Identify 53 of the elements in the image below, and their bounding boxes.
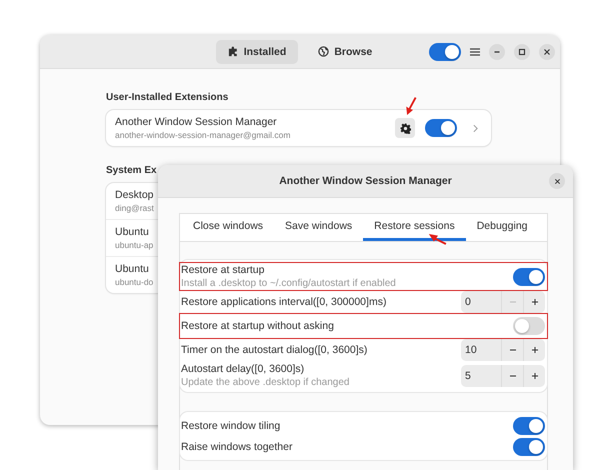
toggle-switch[interactable]: [513, 317, 545, 335]
close-button[interactable]: [539, 44, 555, 60]
extension-id: ding@rast: [115, 203, 154, 213]
setting-label: Timer on the autostart dialog([0, 3600]s): [181, 344, 368, 356]
plus-icon: [530, 298, 538, 306]
extension-id: ubuntu-do: [115, 277, 154, 287]
toggle-switch[interactable]: [425, 119, 457, 137]
settings-button[interactable]: [395, 118, 415, 138]
number-field[interactable]: 10: [461, 339, 501, 361]
view-tab[interactable]: Browse: [306, 40, 384, 64]
menu-icon[interactable]: [470, 48, 480, 56]
settings-tab[interactable]: Debugging: [466, 214, 538, 241]
extension-name: Desktop: [115, 189, 154, 201]
gear-icon: [400, 122, 410, 134]
extension-id: ubuntu-ap: [115, 240, 154, 250]
extension-id: another-window-session-manager@gmail.com: [115, 130, 290, 140]
section-heading: User-Installed Extensions: [106, 92, 228, 103]
extension-name: Another Window Session Manager: [115, 116, 278, 128]
maximize-icon: [518, 48, 526, 56]
puzzle-icon: [228, 46, 239, 57]
settings-tab[interactable]: Save windows: [274, 214, 364, 241]
extension-name: Ubuntu: [115, 226, 150, 238]
close-icon: [543, 48, 551, 56]
section-heading: System Ex: [106, 165, 157, 176]
settings-tab[interactable]: Close windows: [182, 214, 274, 241]
maximize-button[interactable]: [514, 44, 530, 60]
number-field[interactable]: 5: [461, 364, 501, 386]
toggle-switch[interactable]: [513, 416, 545, 434]
chevron-icon[interactable]: [473, 124, 478, 132]
plus-icon: [530, 346, 538, 354]
toggle-switch[interactable]: [513, 268, 545, 286]
increment-button[interactable]: [523, 364, 545, 386]
toggle-switch[interactable]: [513, 438, 545, 456]
setting-label: Autostart delay([0, 3600]s): [181, 363, 306, 375]
toggle-switch[interactable]: [429, 42, 461, 60]
setting-label: Restore window tiling: [181, 420, 282, 432]
setting-description: Install a .desktop to ~/.config/autostart if enabled: [181, 278, 397, 289]
view-tab[interactable]: Installed: [216, 40, 298, 64]
number-field[interactable]: 0: [461, 291, 501, 313]
extension-name: Ubuntu: [115, 263, 150, 275]
globe-icon: [318, 46, 330, 57]
annotation-arrow: [428, 232, 448, 246]
setting-label: Restore at startup without asking: [181, 320, 335, 332]
setting-label: Restore applications interval([0, 300000]ms): [181, 296, 388, 308]
close-icon: [554, 178, 560, 184]
increment-button[interactable]: [523, 339, 545, 361]
increment-button[interactable]: [523, 291, 545, 313]
setting-label: Restore at startup: [181, 264, 266, 276]
setting-description: Update the above .desktop if changed: [181, 377, 350, 388]
close-button[interactable]: [549, 173, 565, 189]
dialog-title: Another Window Session Manager: [279, 175, 452, 187]
setting-label: Raise windows together: [181, 440, 294, 452]
plus-icon: [530, 372, 538, 380]
